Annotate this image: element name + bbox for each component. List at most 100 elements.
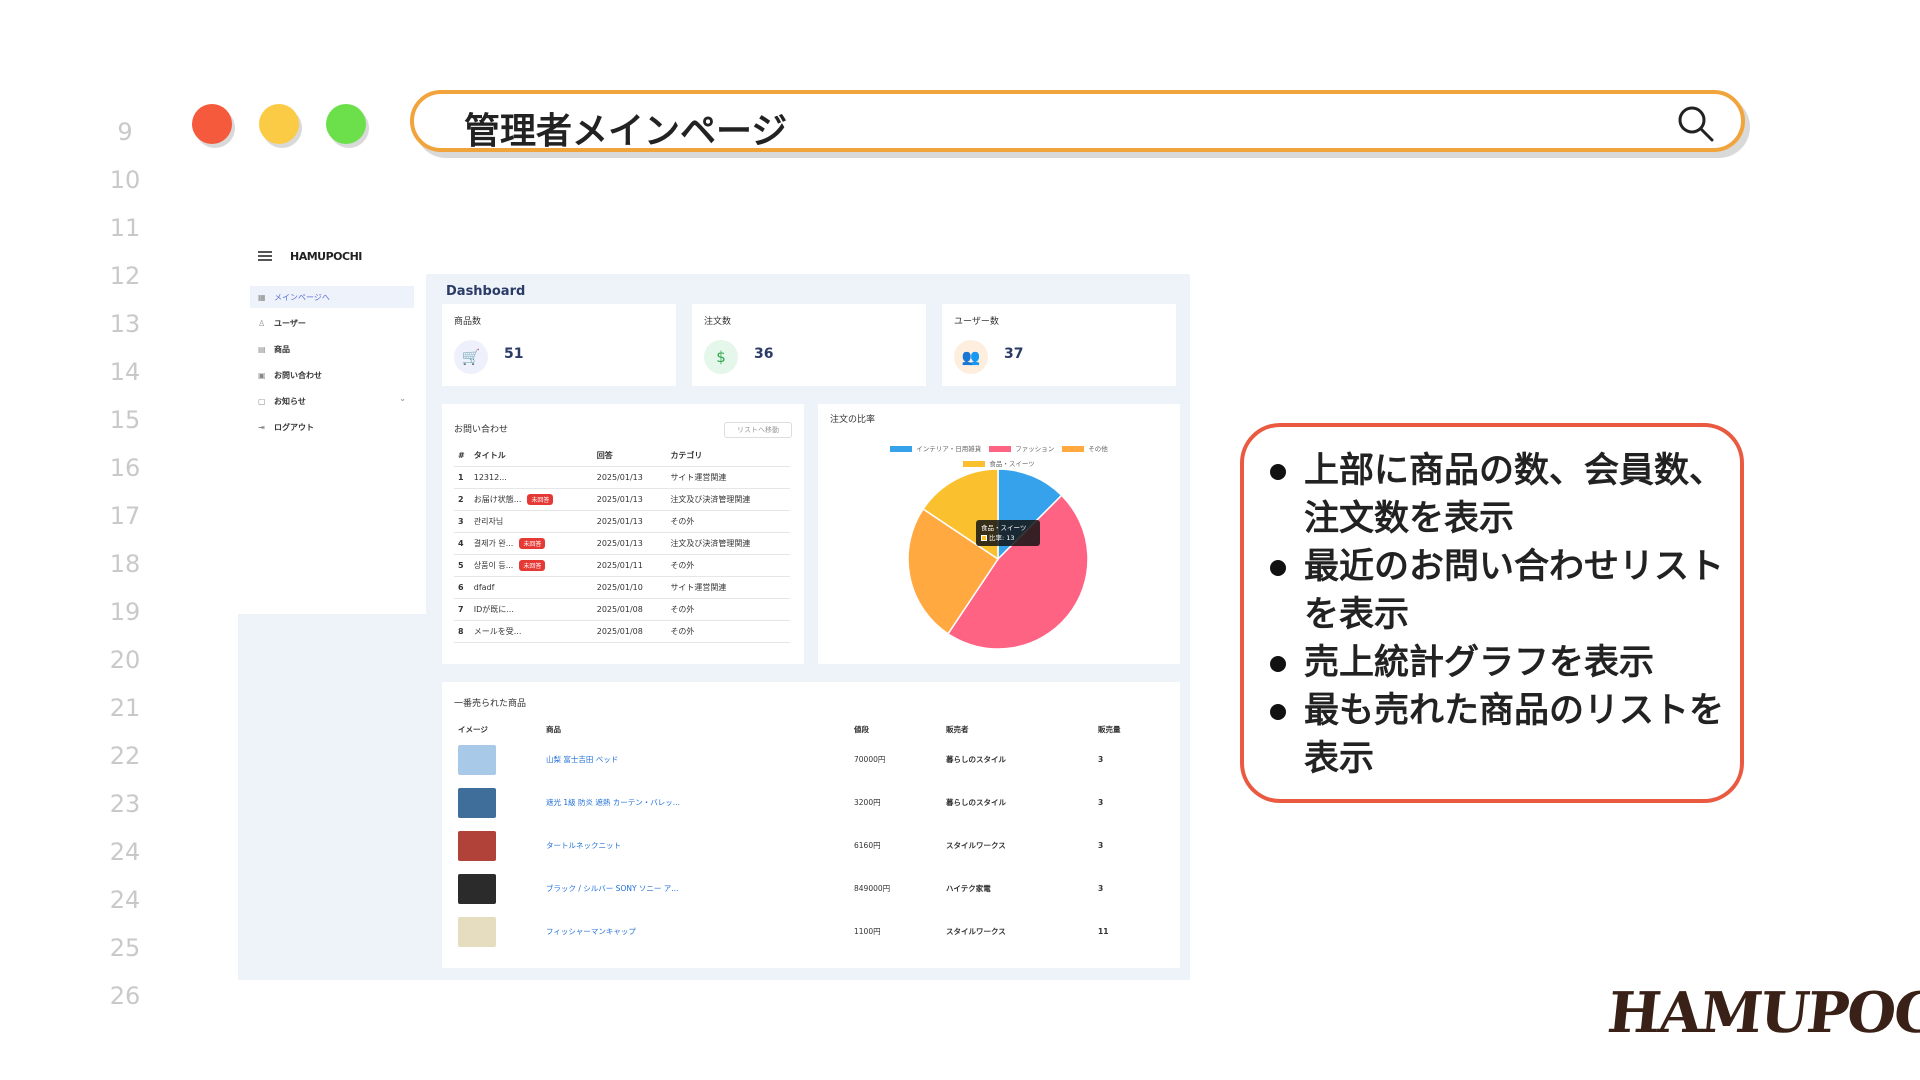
title-search-bar[interactable]: 管理者メインページ bbox=[410, 90, 1745, 152]
row-number: 2 bbox=[454, 488, 470, 511]
product-thumbnail[interactable] bbox=[458, 744, 496, 775]
chart-tooltip: 食品・スイーツ 比率: 13 bbox=[976, 520, 1040, 546]
line-number: 19 bbox=[109, 598, 141, 626]
product-thumbnail[interactable] bbox=[458, 916, 496, 947]
hamburger-menu-icon[interactable] bbox=[258, 251, 272, 261]
inquiry-category: サイト運営関連 bbox=[666, 466, 790, 489]
tooltip-value: 比率: 13 bbox=[989, 534, 1015, 542]
product-image-cell bbox=[454, 781, 542, 824]
table-row[interactable]: 4 결제가 완... 未回答 2025/01/13 注文及び決済管理関連 bbox=[454, 532, 790, 555]
table-row[interactable]: 1 12312... 2025/01/13 サイト運営関連 bbox=[454, 466, 790, 489]
feature-item: 最も売れた商品のリストを表示 bbox=[1266, 687, 1736, 783]
feature-item: 上部に商品の数、会員数、注文数を表示 bbox=[1266, 447, 1736, 543]
sidebar-item-products[interactable]: ▤ 商品 bbox=[250, 338, 414, 360]
product-name[interactable]: 山梨 富士吉田 ベッド bbox=[542, 738, 850, 781]
stat-value: 37 bbox=[1004, 346, 1024, 362]
slide: 9 10 11 12 13 14 15 16 17 18 19 20 21 22 23 24 24 25 26 管理… bbox=[0, 0, 1920, 1080]
inquiry-title-text: お届け状態... bbox=[473, 494, 522, 504]
col-header: # bbox=[454, 446, 470, 467]
product-seller: 暮らしのスタイル bbox=[946, 755, 1006, 764]
row-number: 4 bbox=[454, 532, 470, 555]
close-window-dot[interactable] bbox=[192, 104, 232, 144]
sidebar-item-logout[interactable]: ⇥ ログアウト bbox=[250, 416, 414, 438]
product-image-cell bbox=[454, 867, 542, 910]
legend-item[interactable]: インテリア・日用雑貨 bbox=[890, 442, 981, 456]
unanswered-badge: 未回答 bbox=[527, 493, 554, 505]
line-number: 26 bbox=[109, 982, 141, 1010]
bell-icon: ▢ bbox=[258, 396, 266, 406]
stat-card-users: ユーザー数 👥 37 bbox=[942, 304, 1176, 386]
row-number: 7 bbox=[454, 598, 470, 621]
table-row[interactable]: 8 メールを受... 2025/01/08 その外 bbox=[454, 620, 790, 643]
table-row[interactable]: タートルネックニット 6160円 スタイルワークス 3 bbox=[454, 824, 1168, 867]
product-thumbnail[interactable] bbox=[458, 830, 496, 861]
admin-dashboard-screenshot: HAMUPOCHI ▦ メインページへ ♙ ユーザー ▤ 商品 ▣ お問い合わせ… bbox=[238, 240, 1190, 980]
table-row[interactable]: 山梨 富士吉田 ベッド 70000円 暮らしのスタイル 3 bbox=[454, 738, 1168, 781]
table-row[interactable]: 3 관리자님 2025/01/13 その外 bbox=[454, 510, 790, 533]
inquiry-category: 注文及び決済管理関連 bbox=[666, 532, 790, 555]
legend-item[interactable]: ファッション bbox=[989, 442, 1054, 456]
sidebar-item-label: ログアウト bbox=[274, 422, 314, 432]
app-header: HAMUPOCHI bbox=[238, 240, 1190, 274]
product-name[interactable]: ブラック / シルバー SONY ソニー ア... bbox=[542, 867, 850, 910]
line-number: 23 bbox=[109, 790, 141, 818]
product-price: 3200円 bbox=[854, 798, 881, 807]
app-logo: HAMUPOCHI bbox=[290, 250, 362, 263]
product-name[interactable]: 遮光 1級 防炎 遮熱 カーテン・バレッ... bbox=[542, 781, 850, 824]
col-header: 販売者 bbox=[946, 724, 969, 734]
inquiries-card: お問い合わせ リストへ移動 # タイトル 回答 カテゴリ 1 12312... 20… bbox=[442, 404, 804, 664]
stat-value: 51 bbox=[504, 346, 524, 362]
table-row[interactable]: 7 IDが既に... 2025/01/08 その外 bbox=[454, 598, 790, 621]
line-number: 25 bbox=[109, 934, 141, 962]
sidebar-item-notices[interactable]: ▢ お知らせ ⌄ bbox=[250, 390, 414, 412]
product-qty: 3 bbox=[1098, 841, 1104, 850]
table-row[interactable]: 6 dfadf 2025/01/10 サイト運営関連 bbox=[454, 576, 790, 599]
table-row[interactable]: フィッシャーマンキャップ 1100円 スタイルワークス 11 bbox=[454, 910, 1168, 953]
stat-label: 注文数 bbox=[704, 317, 732, 327]
table-row[interactable]: ブラック / シルバー SONY ソニー ア... 849000円 ハイテク家電 3 bbox=[454, 867, 1168, 910]
maximize-window-dot[interactable] bbox=[326, 104, 366, 144]
legend-item[interactable]: その他 bbox=[1062, 442, 1108, 456]
legend-label: その他 bbox=[1088, 445, 1108, 453]
line-number: 17 bbox=[109, 502, 141, 530]
inquiry-date: 2025/01/13 bbox=[592, 510, 667, 533]
product-thumbnail[interactable] bbox=[458, 873, 496, 904]
chevron-down-icon[interactable]: ⌄ bbox=[399, 394, 406, 403]
line-numbers: 9 10 11 12 13 14 15 16 17 18 19 20 21 22 23 24 24 25 26 bbox=[100, 108, 150, 1020]
table-header-row: イメージ 商品 値段 販売者 販売量 bbox=[454, 720, 1168, 738]
sidebar-item-main[interactable]: ▦ メインページへ bbox=[250, 286, 414, 308]
inquiry-date: 2025/01/08 bbox=[592, 620, 667, 643]
product-name[interactable]: タートルネックニット bbox=[542, 824, 850, 867]
row-number: 1 bbox=[454, 466, 470, 489]
row-number: 3 bbox=[454, 510, 470, 533]
inquiry-title-text: メールを受... bbox=[473, 626, 522, 636]
product-seller: スタイルワークス bbox=[946, 841, 1006, 850]
go-to-list-button[interactable]: リストへ移動 bbox=[724, 422, 792, 438]
inquiry-category: その外 bbox=[666, 598, 790, 621]
product-thumbnail[interactable] bbox=[458, 787, 496, 818]
table-row[interactable]: 5 상품이 등... 未回答 2025/01/11 その外 bbox=[454, 554, 790, 577]
inquiry-title: 관리자님 bbox=[469, 510, 593, 533]
row-number: 8 bbox=[454, 620, 470, 643]
product-qty: 3 bbox=[1098, 755, 1104, 764]
minimize-window-dot[interactable] bbox=[259, 104, 299, 144]
sidebar-item-users[interactable]: ♙ ユーザー bbox=[250, 312, 414, 334]
pie-chart[interactable] bbox=[880, 464, 1116, 654]
inquiry-title: 12312... bbox=[469, 466, 593, 489]
chart-title: 注文の比率 bbox=[830, 415, 876, 425]
search-icon[interactable] bbox=[1675, 103, 1715, 143]
legend-swatch bbox=[1062, 446, 1085, 452]
inquiry-title-text: 결제가 완... bbox=[473, 538, 514, 548]
table-row[interactable]: 2 お届け状態... 未回答 2025/01/13 注文及び決済管理関連 bbox=[454, 488, 790, 511]
table-row[interactable]: 遮光 1級 防炎 遮熱 カーテン・バレッ... 3200円 暮らしのスタイル 3 bbox=[454, 781, 1168, 824]
col-header: 値段 bbox=[854, 724, 869, 734]
line-number: 22 bbox=[109, 742, 141, 770]
inbox-icon: ▣ bbox=[258, 370, 266, 380]
col-header: タイトル bbox=[469, 446, 593, 467]
line-number: 14 bbox=[109, 358, 141, 386]
product-image-cell bbox=[454, 824, 542, 867]
sidebar-item-inquiries[interactable]: ▣ お問い合わせ bbox=[250, 364, 414, 386]
product-name[interactable]: フィッシャーマンキャップ bbox=[542, 910, 850, 953]
sidebar-item-label: 商品 bbox=[274, 344, 290, 354]
line-number: 11 bbox=[109, 214, 141, 242]
